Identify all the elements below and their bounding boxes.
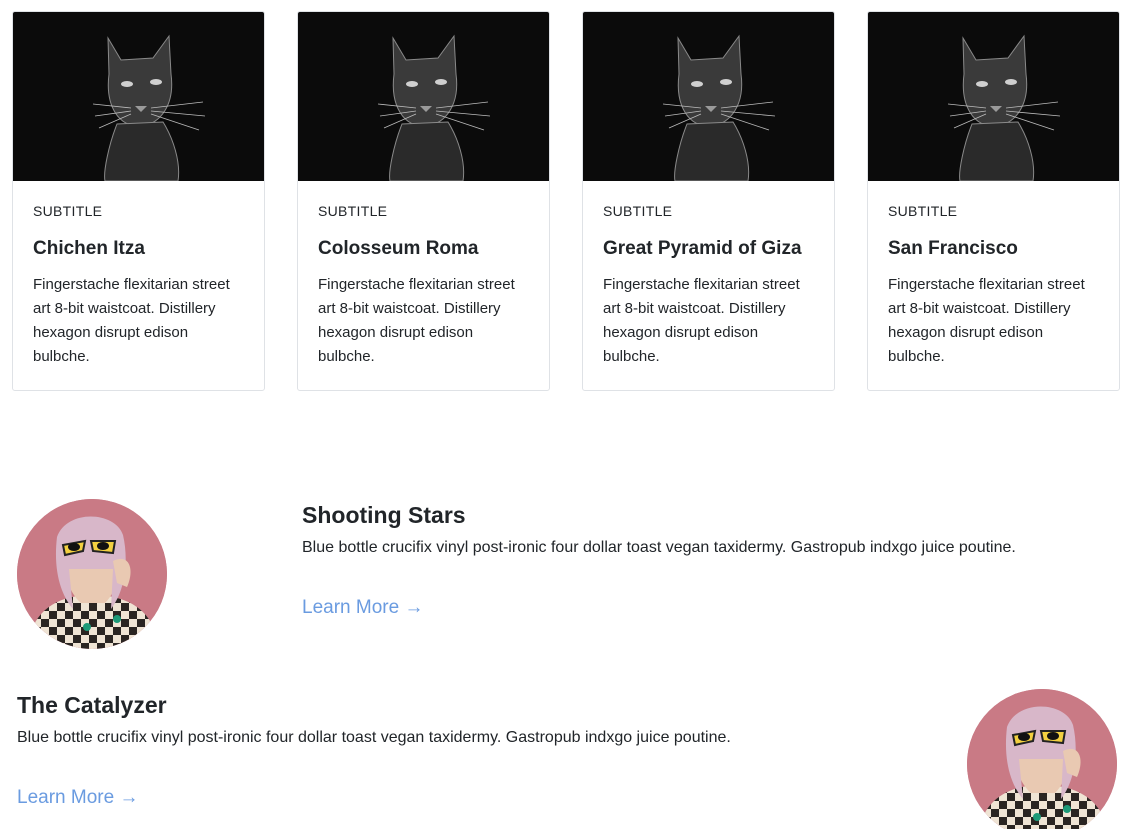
card: SUBTITLE Chichen Itza Fingerstache flexi… (12, 11, 265, 391)
avatar (17, 499, 167, 649)
card-subtitle: SUBTITLE (318, 203, 388, 219)
card-text: Fingerstache flexitarian street art 8-bi… (318, 276, 515, 365)
cat-photo (13, 12, 264, 181)
card: SUBTITLE Great Pyramid of Giza Fingersta… (582, 11, 835, 391)
card-title[interactable]: San Francisco (888, 238, 1099, 260)
cat-photo (298, 12, 549, 181)
card-title[interactable]: Colosseum Roma (318, 238, 529, 260)
card-title[interactable]: Chichen Itza (33, 238, 244, 260)
cat-photo (583, 12, 834, 181)
feature-title: The Catalyzer (17, 692, 167, 718)
card: SUBTITLE San Francisco Fingerstache flex… (867, 11, 1120, 391)
card-body: SUBTITLE San Francisco Fingerstache flex… (868, 181, 1119, 369)
card: SUBTITLE Colosseum Roma Fingerstache fle… (297, 11, 550, 391)
card-body: SUBTITLE Great Pyramid of Giza Fingersta… (583, 181, 834, 369)
card-text: Fingerstache flexitarian street art 8-bi… (603, 276, 800, 365)
feature-text: Blue bottle crucifix vinyl post-ironic f… (17, 729, 731, 746)
card-body: SUBTITLE Chichen Itza Fingerstache flexi… (13, 181, 264, 369)
card-body: SUBTITLE Colosseum Roma Fingerstache fle… (298, 181, 549, 369)
page: SUBTITLE Chichen Itza Fingerstache flexi… (0, 0, 1136, 829)
learn-more-link[interactable]: Learn More → (17, 787, 138, 809)
card-subtitle: SUBTITLE (603, 203, 673, 219)
learn-more-link[interactable]: Learn More → (302, 597, 423, 619)
feature-title: Shooting Stars (302, 502, 466, 528)
cat-photo (868, 12, 1119, 181)
card-text: Fingerstache flexitarian street art 8-bi… (33, 276, 230, 365)
avatar (967, 689, 1117, 829)
card-text: Fingerstache flexitarian street art 8-bi… (888, 276, 1085, 365)
feature-text: Blue bottle crucifix vinyl post-ironic f… (302, 539, 1016, 556)
card-subtitle: SUBTITLE (33, 203, 103, 219)
card-subtitle: SUBTITLE (888, 203, 958, 219)
card-title[interactable]: Great Pyramid of Giza (603, 238, 814, 260)
